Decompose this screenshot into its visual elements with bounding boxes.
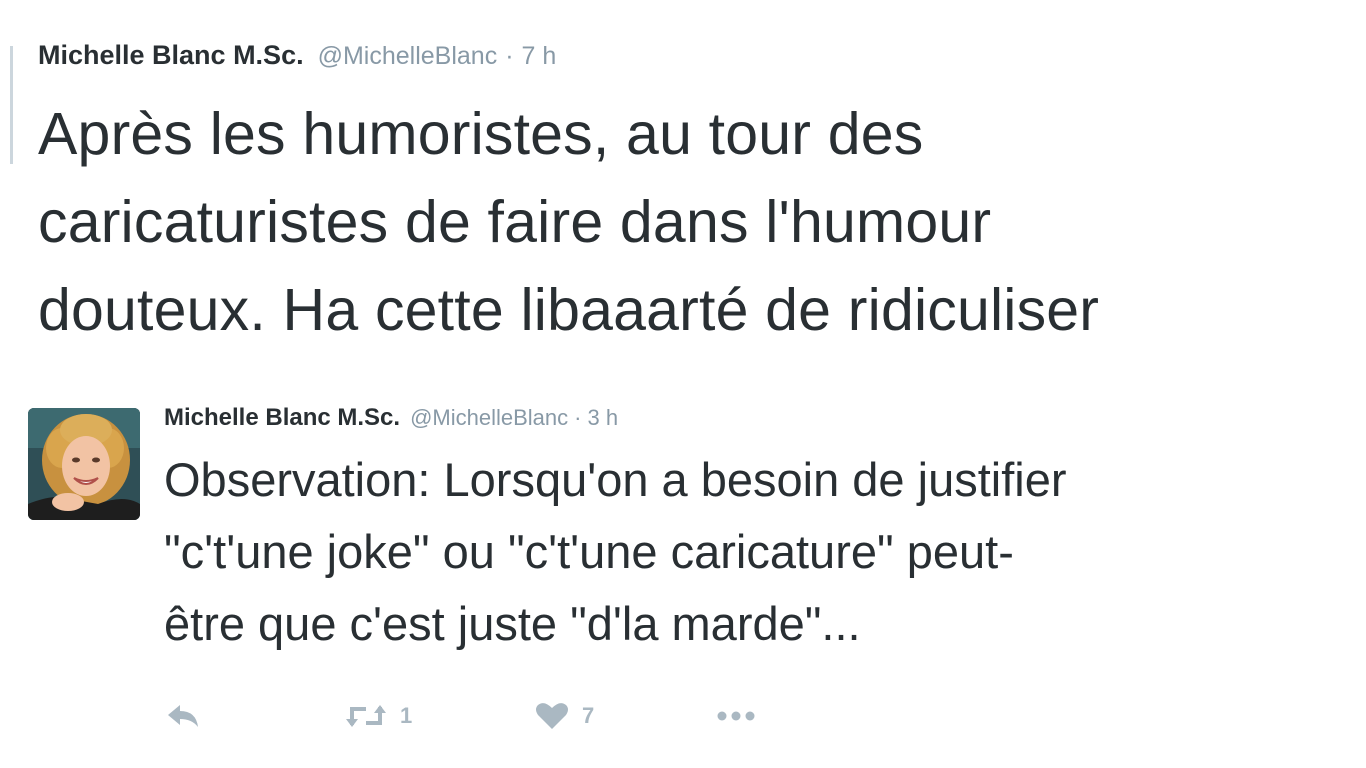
second-tweet-body: Michelle Blanc M.Sc. @MichelleBlanc · 3 … — [164, 404, 1344, 660]
avatar-photo-icon — [28, 408, 140, 520]
main-tweet-header: Michelle Blanc M.Sc. @MichelleBlanc · 7 … — [38, 40, 1338, 80]
avatar[interactable] — [28, 408, 140, 520]
retweet-count: 1 — [400, 703, 413, 728]
more-icon — [717, 711, 755, 721]
thread-line — [10, 46, 13, 164]
retweet-button[interactable]: 1 — [344, 701, 534, 731]
main-tweet: Michelle Blanc M.Sc. @MichelleBlanc · 7 … — [38, 40, 1338, 354]
author-name[interactable]: Michelle Blanc M.Sc. — [164, 404, 400, 432]
author-name[interactable]: Michelle Blanc M.Sc. — [38, 40, 304, 71]
author-handle[interactable]: @MichelleBlanc — [410, 405, 568, 431]
tweet-text-line: douteux. Ha cette libaaarté de ridiculis… — [38, 277, 1100, 343]
tweet-text-line: caricaturistes de faire dans l'humour — [38, 189, 992, 255]
second-tweet-text: Observation: Lorsqu'on a besoin de justi… — [164, 444, 1344, 660]
separator-dot: · — [574, 405, 582, 430]
reply-icon — [168, 705, 198, 727]
heart-icon — [536, 703, 568, 729]
tweet-screenshot: Michelle Blanc M.Sc. @MichelleBlanc · 7 … — [0, 0, 1366, 768]
like-button[interactable]: 7 — [534, 701, 714, 731]
author-handle[interactable]: @MichelleBlanc — [318, 42, 498, 71]
tweet-timestamp[interactable]: 7 h — [522, 42, 557, 71]
like-count: 7 — [582, 703, 595, 728]
tweet-text-line: Après les humoristes, au tour des — [38, 101, 924, 167]
tweet-text-line: être que c'est juste "d'la marde"... — [164, 597, 861, 650]
tweet-text-line: "c't'une joke" ou "c't'une caricature" p… — [164, 525, 1014, 578]
tweet-text-line: Observation: Lorsqu'on a besoin de justi… — [164, 453, 1067, 506]
second-tweet-header: Michelle Blanc M.Sc. @MichelleBlanc · 3 … — [164, 404, 1344, 438]
more-button[interactable] — [714, 706, 758, 726]
main-tweet-text: Après les humoristes, au tour des carica… — [38, 90, 1338, 354]
separator-dot: · — [505, 42, 514, 70]
retweet-icon — [346, 705, 386, 727]
tweet-actions: 1 7 — [164, 696, 758, 736]
reply-button[interactable] — [164, 701, 344, 731]
tweet-timestamp[interactable]: 3 h — [587, 405, 618, 431]
